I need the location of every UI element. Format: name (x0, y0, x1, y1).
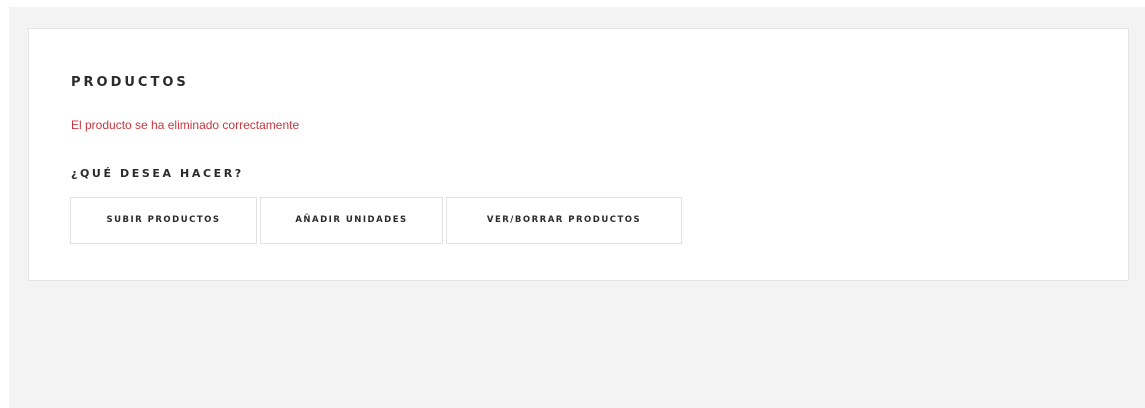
status-message: El producto se ha eliminado correctament… (71, 118, 300, 132)
action-prompt: ¿QUÉ DESEA HACER? (71, 167, 244, 180)
view-delete-products-button[interactable]: VER/BORRAR PRODUCTOS (446, 197, 682, 244)
products-panel: PRODUCTOS El producto se ha eliminado co… (28, 28, 1129, 281)
upload-products-button[interactable]: SUBIR PRODUCTOS (70, 197, 257, 244)
page-title: PRODUCTOS (71, 75, 189, 90)
add-units-button[interactable]: AÑADIR UNIDADES (260, 197, 443, 244)
